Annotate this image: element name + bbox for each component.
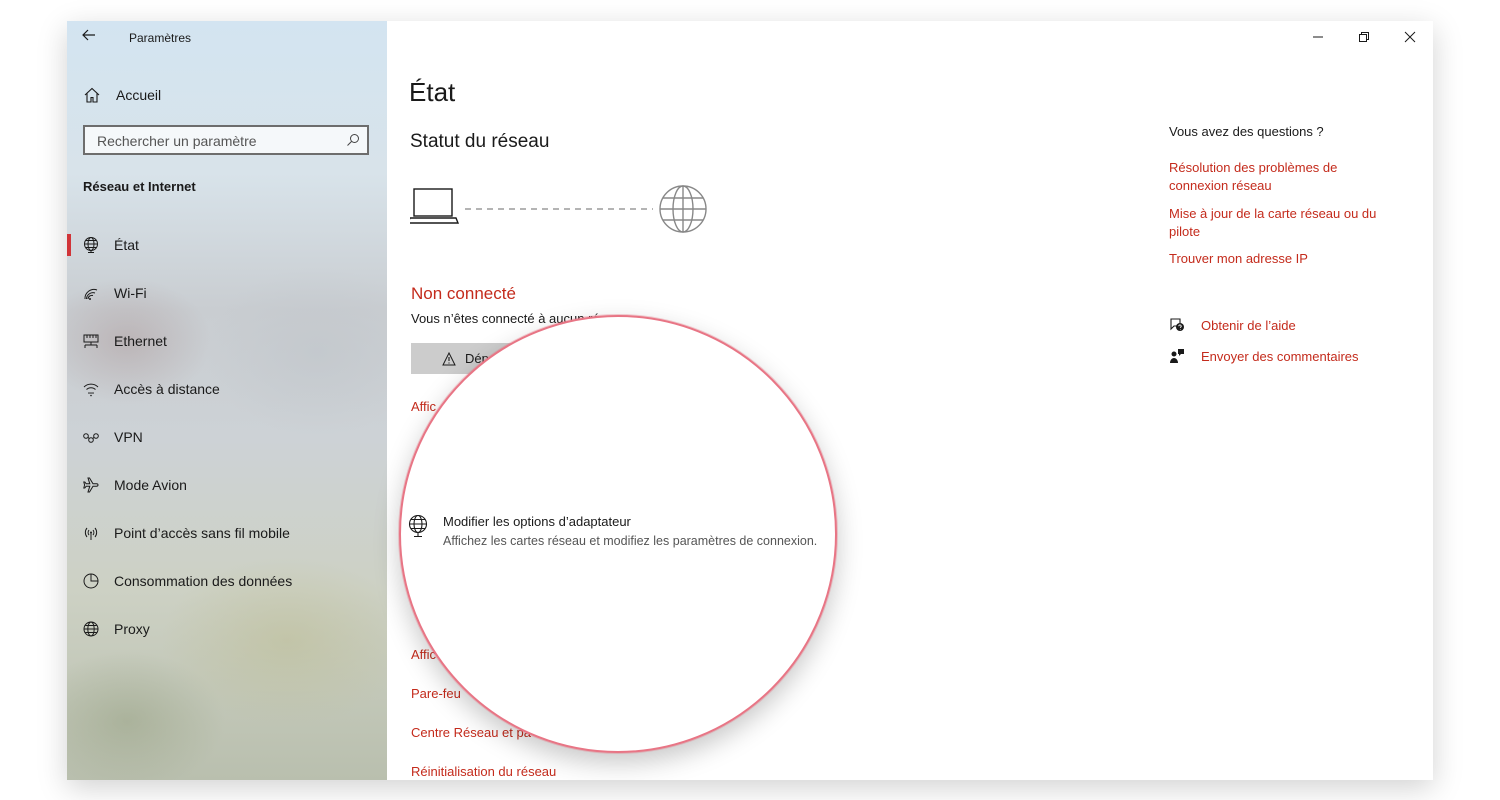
network-diagram	[410, 185, 707, 233]
back-arrow-icon	[82, 29, 95, 41]
sidebar-item-label: Mode Avion	[114, 477, 187, 493]
feedback-icon	[1170, 349, 1184, 363]
feedback-label: Envoyer des commentaires	[1201, 348, 1359, 364]
sidebar-item-dial-up[interactable]: Accès à distance	[67, 369, 387, 409]
sidebar-item-hotspot[interactable]: Point d’accès sans fil mobile	[67, 513, 387, 553]
sidebar-item-label: Accueil	[116, 87, 162, 103]
magnifier-lens: Modifier les options d’adaptateur Affich…	[399, 315, 837, 753]
network-adapter-icon	[408, 514, 428, 538]
sidebar-item-proxy[interactable]: Proxy	[67, 609, 387, 649]
sidebar-item-wifi[interactable]: Wi-Fi	[67, 273, 387, 313]
sidebar-item-data-usage[interactable]: Consommation des données	[67, 561, 387, 601]
sidebar-item-label: VPN	[114, 429, 143, 445]
settings-window: Paramètres Accueil Réseau et Internet Ét…	[67, 21, 1433, 780]
connection-status: Non connecté	[411, 284, 516, 303]
page-title: État	[409, 77, 456, 107]
restore-button[interactable]	[1349, 27, 1379, 47]
sidebar-item-label: Point d’accès sans fil mobile	[114, 525, 290, 541]
change-adapter-options[interactable]: Modifier les options d’adaptateur Affich…	[406, 514, 817, 552]
get-help-label: Obtenir de l’aide	[1201, 317, 1296, 333]
minimize-button[interactable]	[1303, 27, 1333, 47]
help-heading: Vous avez des questions ?	[1169, 124, 1324, 139]
sidebar-item-vpn[interactable]: VPN	[67, 417, 387, 457]
wifi-icon	[84, 289, 98, 300]
close-button[interactable]	[1395, 27, 1425, 47]
section-title: Réseau et Internet	[83, 179, 196, 194]
sidebar-item-label: Consommation des données	[114, 573, 293, 589]
network-center-link[interactable]: Centre Réseau et pa	[411, 725, 531, 740]
network-status-heading: Statut du réseau	[410, 131, 550, 152]
find-ip-link[interactable]: Trouver mon adresse IP	[1169, 250, 1399, 268]
adapter-options-desc: Affichez les cartes réseau et modifiez l…	[443, 534, 818, 548]
adapter-options-title: Modifier les options d’adaptateur	[443, 514, 631, 529]
troubleshoot-connection-link[interactable]: Résolution des problèmes de connexion ré…	[1169, 159, 1399, 195]
show-properties-link[interactable]: Affic	[411, 399, 436, 414]
restore-icon	[1359, 32, 1369, 42]
sidebar: Paramètres Accueil Réseau et Internet Ét…	[67, 21, 387, 780]
network-reset-link[interactable]: Réinitialisation du réseau	[411, 764, 556, 779]
search-box[interactable]	[83, 125, 369, 155]
internet-globe-icon	[659, 185, 707, 233]
close-icon	[1404, 31, 1416, 43]
search-icon[interactable]	[346, 133, 360, 147]
update-adapter-link[interactable]: Mise à jour de la carte réseau ou du pil…	[1169, 205, 1399, 241]
search-input[interactable]	[95, 131, 339, 151]
data-usage-icon	[83, 573, 99, 589]
vpn-icon	[83, 433, 99, 443]
sidebar-item-label: Wi-Fi	[114, 285, 147, 301]
airplane-icon	[83, 477, 99, 493]
sidebar-item-label: Proxy	[114, 621, 150, 637]
warning-icon	[442, 351, 456, 365]
home-icon	[84, 87, 100, 103]
sidebar-item-ethernet[interactable]: Ethernet	[67, 321, 387, 361]
globe-icon	[83, 621, 99, 637]
sidebar-item-label: État	[114, 237, 139, 253]
get-help-link[interactable]: Obtenir de l’aide	[1169, 317, 1296, 333]
sidebar-item-status[interactable]: État	[67, 225, 387, 265]
laptop-icon	[410, 188, 460, 224]
firewall-link[interactable]: Pare-feu	[411, 686, 461, 701]
feedback-link[interactable]: Envoyer des commentaires	[1169, 348, 1359, 364]
hotspot-icon	[84, 527, 98, 540]
chat-help-icon	[1170, 318, 1184, 331]
back-button[interactable]	[81, 27, 101, 47]
globe-status-icon	[84, 237, 98, 253]
ethernet-icon	[83, 334, 99, 348]
sidebar-item-airplane[interactable]: Mode Avion	[67, 465, 387, 505]
minimize-icon	[1313, 36, 1323, 38]
sidebar-item-label: Ethernet	[114, 333, 167, 349]
sidebar-item-home[interactable]: Accueil	[83, 83, 161, 107]
sidebar-item-label: Accès à distance	[114, 381, 220, 397]
window-title: Paramètres	[129, 31, 192, 45]
dial-up-icon	[83, 383, 99, 397]
